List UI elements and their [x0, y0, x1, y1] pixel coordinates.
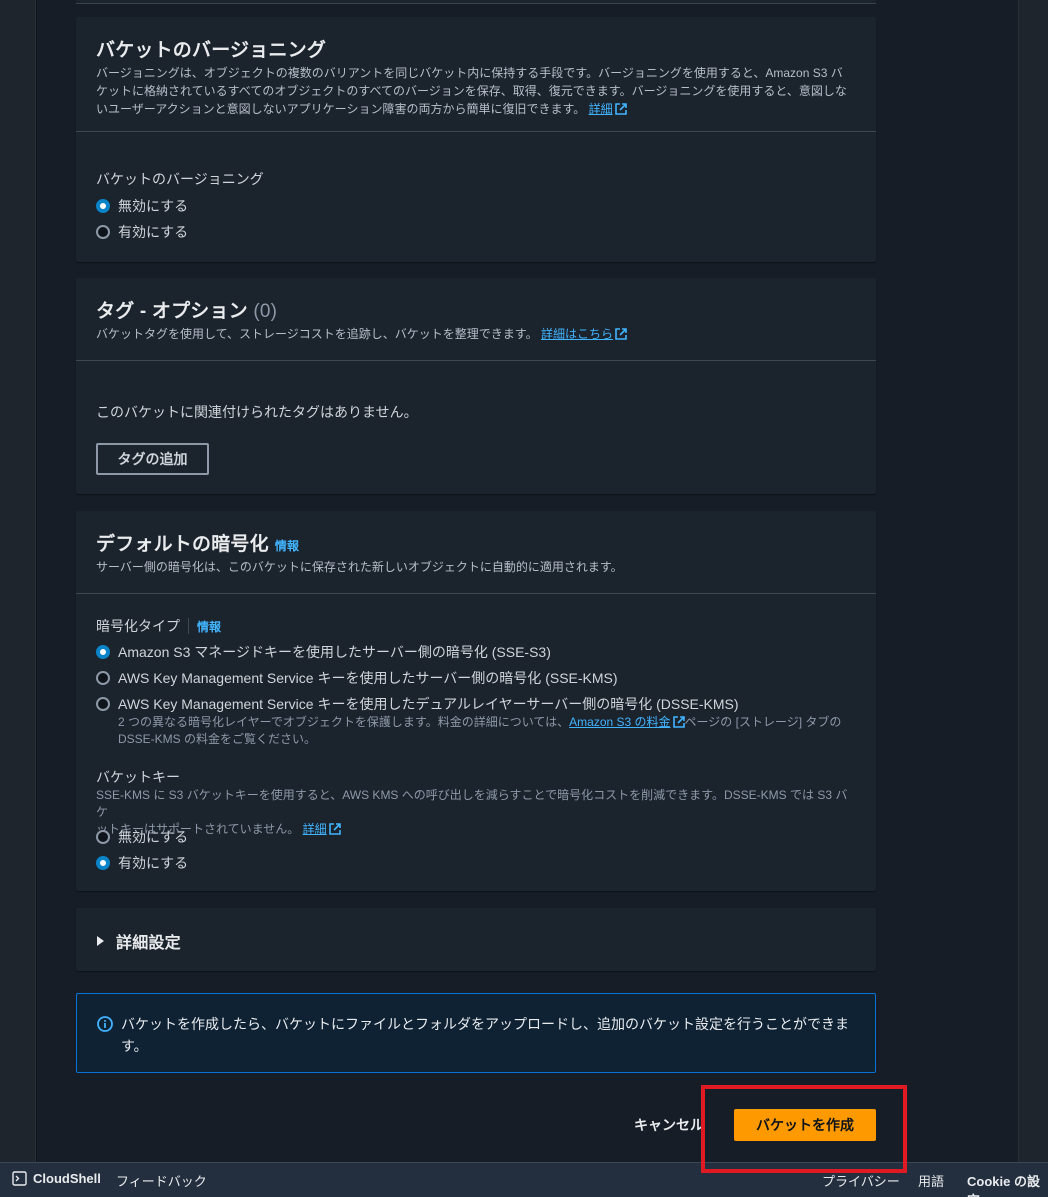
radio-unselected-icon[interactable] [96, 671, 110, 685]
versioning-desc-line-1: バージョニングは、オブジェクトの複数のバリアントを同じバケット内に保持する手段で… [96, 66, 843, 80]
privacy-link[interactable]: プライバシー [822, 1171, 900, 1190]
versioning-enable-option[interactable]: 有効にする [96, 222, 188, 242]
bucket-key-learn-more-link[interactable]: 詳細 [303, 822, 327, 836]
versioning-field-label: バケットのバージョニング [96, 171, 264, 187]
radio-selected-icon[interactable] [96, 856, 110, 870]
bucket-key-enable-label: 有効にする [118, 855, 189, 871]
encryption-type-info-link[interactable]: 情報 [197, 618, 221, 635]
tags-desc-text: バケットタグを使用して、ストレージコストを追跡し、バケットを整理できます。 [96, 327, 538, 341]
dsse-desc-text-1: 2 つの異なる暗号化レイヤーでオブジェクトを保護します。料金の詳細については、 [118, 715, 570, 729]
add-tag-button[interactable]: タグの追加 [96, 443, 209, 475]
radio-unselected-icon[interactable] [96, 225, 110, 239]
info-alert-text: バケットを作成したら、バケットにファイルとフォルダをアップロードし、追加のバケッ… [121, 1013, 861, 1057]
bucket-key-desc-line-1: SSE-KMS に S3 バケットキーを使用すると、AWS KMS への呼び出し… [96, 788, 848, 819]
encryption-title: デフォルトの暗号化 情報 [96, 529, 856, 556]
encryption-divider [76, 593, 876, 594]
radio-unselected-icon[interactable] [96, 830, 110, 844]
encryption-type-label: 暗号化タイプ [96, 618, 180, 634]
cancel-button[interactable]: キャンセル [634, 1115, 704, 1135]
encryption-title-text: デフォルトの暗号化 [96, 534, 269, 555]
terminal-icon [12, 1171, 27, 1186]
dsse-desc-line-2: DSSE-KMS の料金をご覧ください。 [118, 732, 317, 746]
versioning-panel: バケットのバージョニング バージョニングは、オブジェクトの複数のバリアントを同じ… [76, 17, 876, 262]
tags-empty-message: このバケットに関連付けられたタグはありません。 [96, 404, 418, 420]
sse-s3-option[interactable]: Amazon S3 マネージドキーを使用したサーバー側の暗号化 (SSE-S3) [96, 642, 551, 662]
radio-selected-icon[interactable] [96, 199, 110, 213]
bucket-key-disable-option[interactable]: 無効にする [96, 827, 188, 847]
tags-count: (0) [253, 301, 278, 322]
dsse-desc-text-2: ページの [ストレージ] タブの [684, 715, 842, 729]
previous-panel-edge [76, 0, 876, 4]
encryption-type-label-row: 暗号化タイプ 情報 [96, 616, 221, 636]
tags-title-text: タグ - オプション [96, 301, 248, 322]
radio-selected-icon[interactable] [96, 645, 110, 659]
dsse-kms-description: 2 つの異なる暗号化レイヤーでオブジェクトを保護します。料金の詳細については、A… [118, 714, 858, 748]
versioning-disable-label: 無効にする [118, 198, 189, 214]
bucket-key-label: バケットキー [96, 769, 180, 785]
tags-title: タグ - オプション (0) [96, 296, 856, 323]
external-link-icon [672, 716, 685, 728]
info-icon [97, 1016, 113, 1032]
encryption-panel: デフォルトの暗号化 情報 サーバー側の暗号化は、このバケットに保存された新しいオブ… [76, 511, 876, 891]
versioning-title: バケットのバージョニング [96, 40, 327, 61]
versioning-description: バージョニングは、オブジェクトの複数のバリアントを同じバケット内に保持する手段で… [96, 64, 856, 118]
bucket-key-disable-label: 無効にする [118, 829, 189, 845]
bucket-key-enable-option[interactable]: 有効にする [96, 853, 188, 873]
tags-divider [76, 360, 876, 361]
versioning-desc-line-2: ケットに格納されているすべてのオブジェクトのすべてのバージョンを保存、取得、復元… [96, 84, 847, 98]
radio-unselected-icon[interactable] [96, 697, 110, 711]
advanced-settings-title: 詳細設定 [116, 935, 181, 952]
cookie-settings-link[interactable]: Cookie の設定 [967, 1171, 1048, 1197]
alert-line-1: バケットを作成したら、バケットにファイルとフォルダをアップロードし、追加のバケッ… [121, 1016, 849, 1032]
sse-s3-label: Amazon S3 マネージドキーを使用したサーバー側の暗号化 (SSE-S3) [118, 644, 551, 660]
versioning-desc-text: いユーザーアクションと意図しないアプリケーション障害の両方から簡単に復旧できます… [96, 102, 586, 116]
highlight-box [701, 1085, 907, 1173]
dsse-desc-line-1: 2 つの異なる暗号化レイヤーでオブジェクトを保護します。料金の詳細については、A… [118, 714, 858, 731]
external-link-icon [328, 823, 341, 835]
caret-right-icon [97, 936, 104, 946]
dsse-kms-option[interactable]: AWS Key Management Service キーを使用したデュアルレイ… [96, 694, 739, 714]
cloudshell-button[interactable]: CloudShell [12, 1171, 101, 1186]
versioning-disable-option[interactable]: 無効にする [96, 196, 188, 216]
label-separator [188, 618, 189, 634]
tags-panel: タグ - オプション (0) バケットタグを使用して、ストレージコストを追跡し、… [76, 278, 876, 494]
dsse-kms-label: AWS Key Management Service キーを使用したデュアルレイ… [118, 696, 739, 712]
bucket-key-description: SSE-KMS に S3 バケットキーを使用すると、AWS KMS への呼び出し… [96, 787, 856, 838]
cloudshell-label: CloudShell [33, 1171, 101, 1186]
terms-link[interactable]: 用語 [918, 1171, 944, 1190]
tags-learn-more-link[interactable]: 詳細はこちら [541, 327, 613, 341]
s3-pricing-link[interactable]: Amazon S3 の料金 [569, 715, 670, 729]
versioning-learn-more-link[interactable]: 詳細 [589, 102, 613, 116]
encryption-description: サーバー側の暗号化は、このバケットに保存された新しいオブジェクトに自動的に適用さ… [96, 560, 623, 574]
encryption-info-link[interactable]: 情報 [275, 539, 299, 553]
sse-kms-label: AWS Key Management Service キーを使用したサーバー側の… [118, 670, 618, 686]
left-nav-rail [0, 0, 36, 1162]
advanced-settings-panel[interactable]: 詳細設定 [76, 908, 876, 971]
info-alert: バケットを作成したら、バケットにファイルとフォルダをアップロードし、追加のバケッ… [76, 993, 876, 1073]
tags-description: バケットタグを使用して、ストレージコストを追跡し、バケットを整理できます。 詳細… [96, 325, 856, 343]
external-link-icon [615, 328, 627, 340]
alert-line-2: す。 [121, 1038, 148, 1054]
external-link-icon [614, 103, 627, 115]
versioning-desc-line-3: いユーザーアクションと意図しないアプリケーション障害の両方から簡単に復旧できます… [96, 100, 856, 118]
advanced-settings-toggle[interactable]: 詳細設定 [96, 929, 181, 953]
sse-kms-option[interactable]: AWS Key Management Service キーを使用したサーバー側の… [96, 668, 618, 688]
versioning-enable-label: 有効にする [118, 224, 189, 240]
bucket-key-desc-line-2: ットキーはサポートされていません。 詳細 [96, 821, 856, 838]
right-rail [1018, 0, 1048, 1162]
feedback-link[interactable]: フィードバック [116, 1171, 207, 1190]
versioning-divider [76, 131, 876, 132]
